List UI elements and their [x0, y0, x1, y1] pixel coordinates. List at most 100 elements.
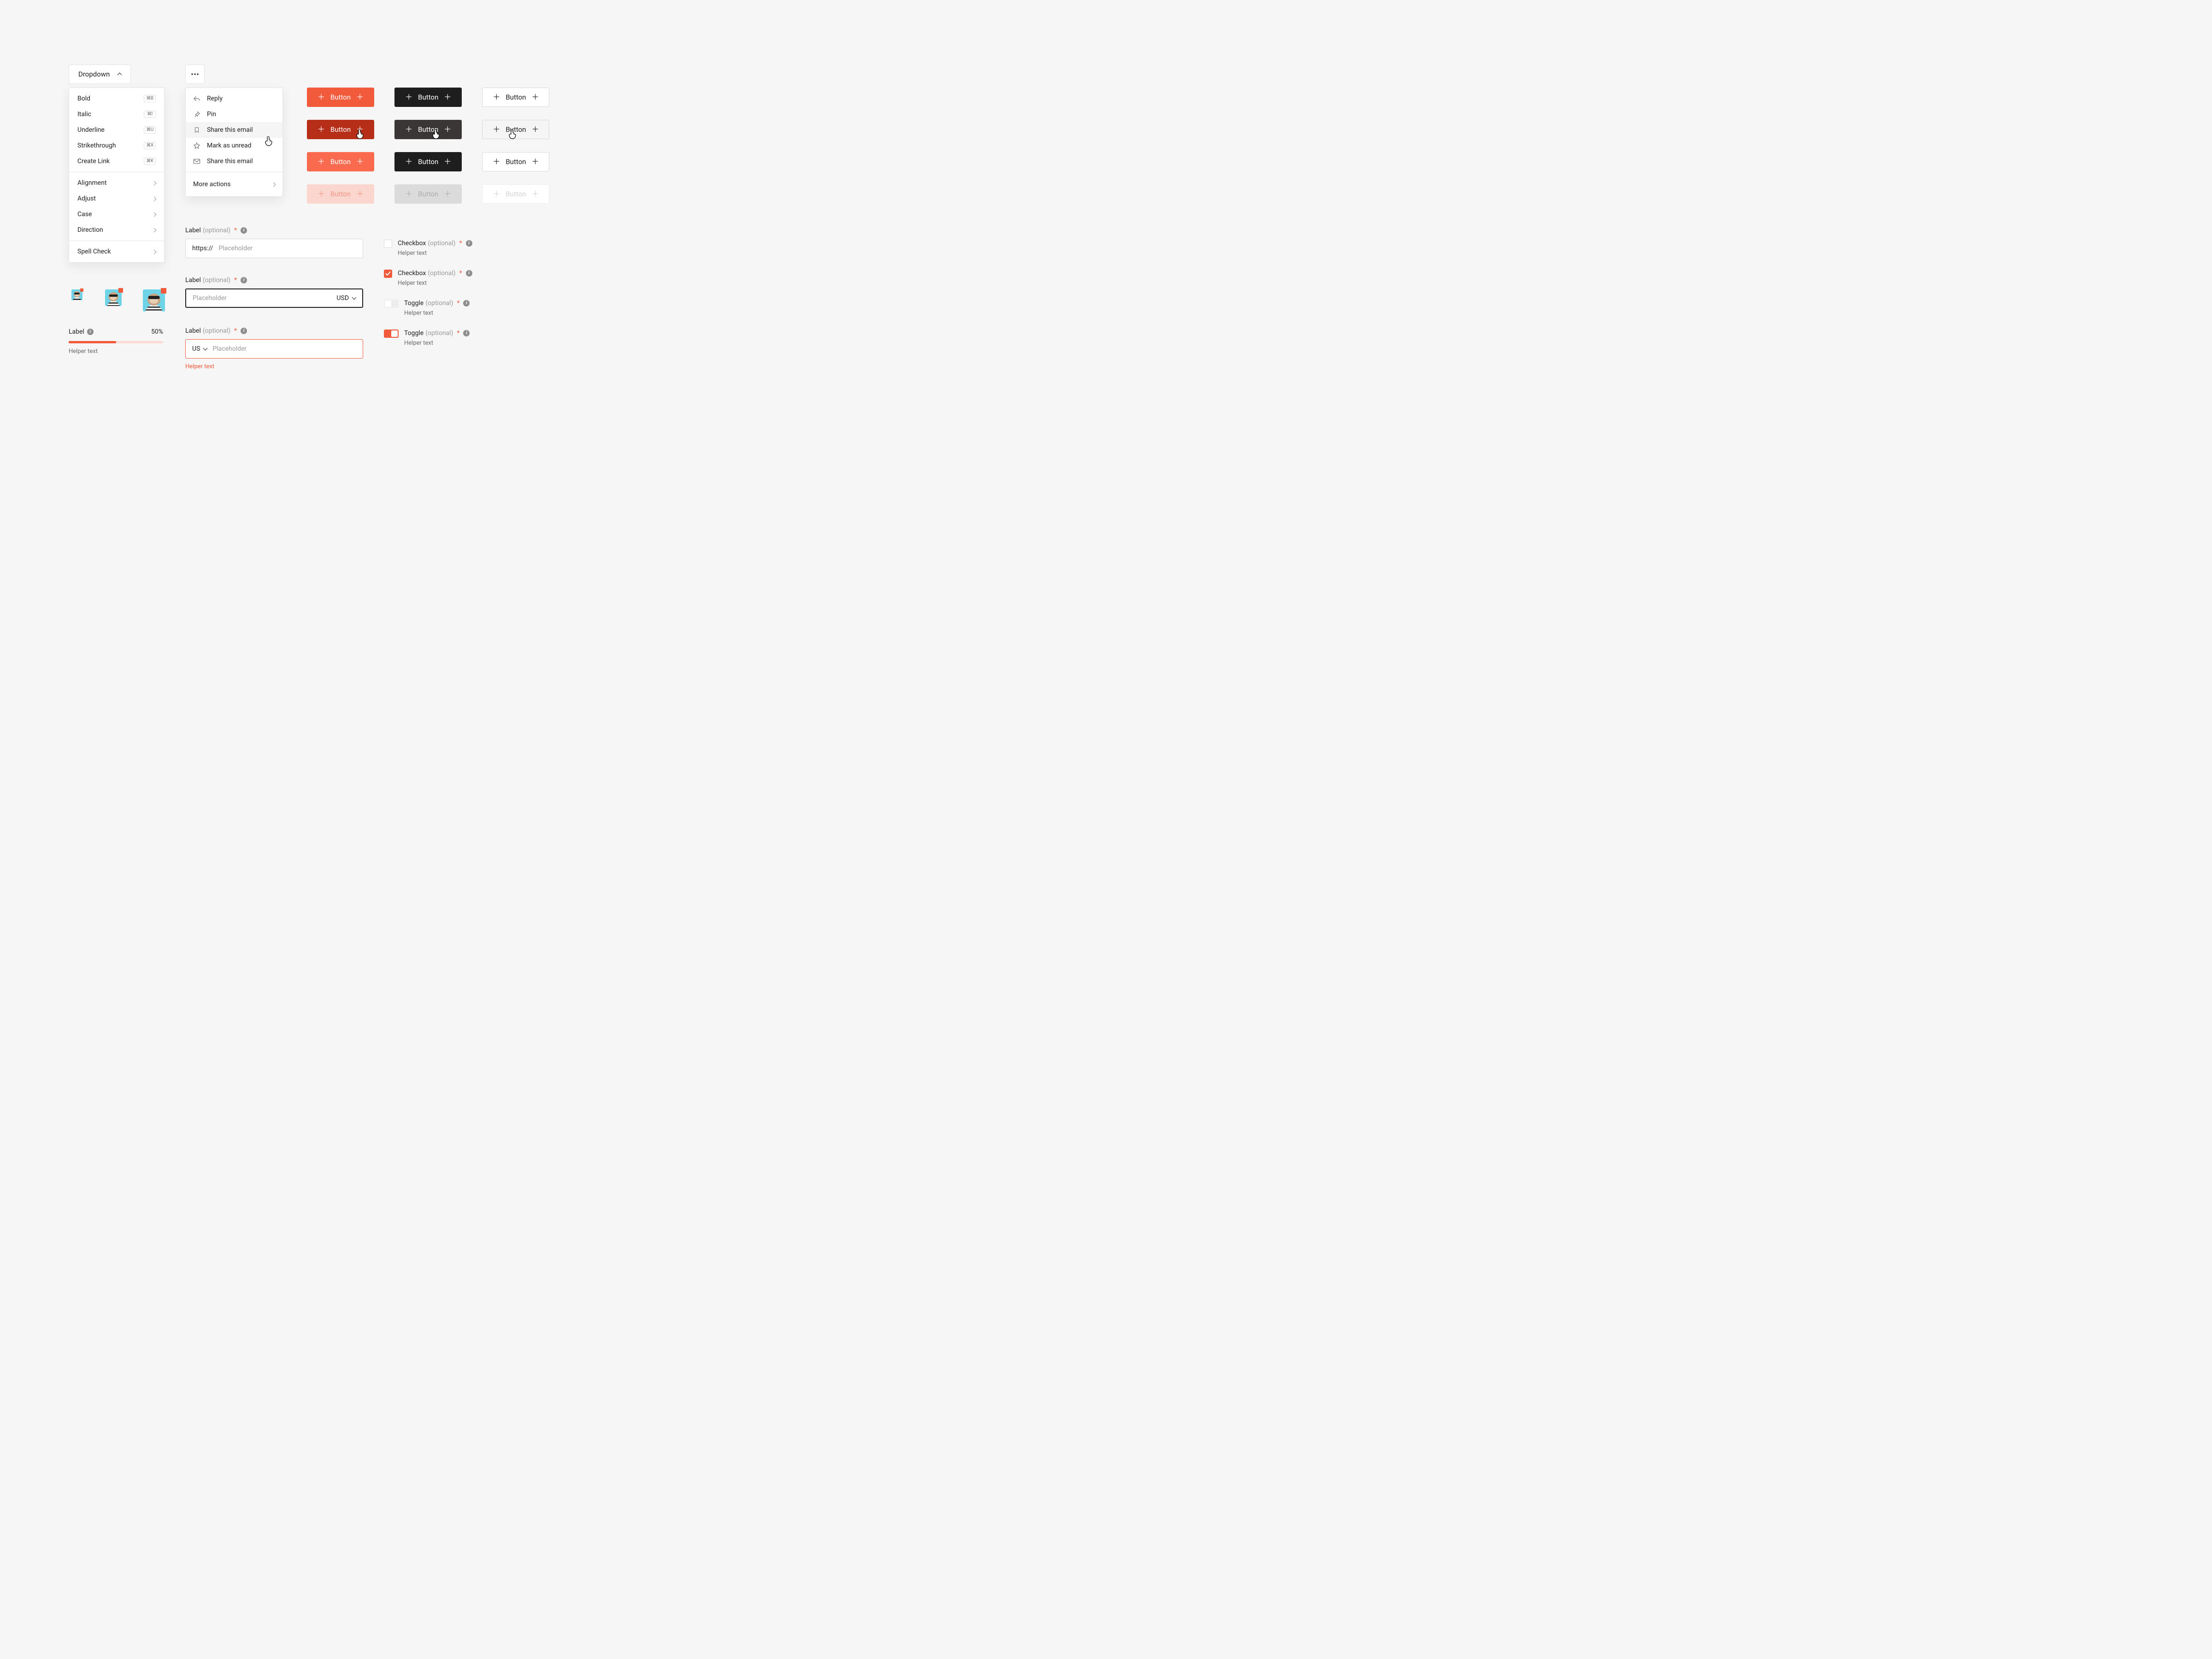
button-black-default[interactable]: ＋Button＋	[394, 88, 462, 107]
dropdown-item-alignment[interactable]: Alignment	[69, 175, 164, 191]
plus-icon: ＋	[356, 94, 364, 101]
plus-icon: ＋	[531, 190, 539, 198]
dropdown-item-strikethrough[interactable]: Strikethrough⌘X	[69, 138, 164, 153]
chevron-down-icon[interactable]	[203, 346, 208, 351]
field-optional: (optional)	[203, 227, 230, 234]
button-outline-active[interactable]: ＋Button＋	[482, 152, 549, 171]
checkbox-box[interactable]	[384, 240, 392, 248]
progress-component: Label i 50% Helper text	[69, 328, 163, 355]
menu-item-share-email-2[interactable]: Share this email	[186, 153, 282, 169]
menu-item-mark-unread[interactable]: Mark as unread	[186, 138, 282, 153]
field-label: Label	[185, 227, 201, 234]
checkbox-unchecked[interactable]: Checkbox (optional) * i Helper text	[384, 240, 499, 257]
menu-item-more-actions[interactable]: More actions	[186, 172, 282, 196]
plus-icon: ＋	[318, 94, 325, 101]
input-prefix: https://	[192, 245, 213, 252]
text-input[interactable]: https:// Placeholder	[185, 239, 363, 258]
plus-icon: ＋	[318, 126, 325, 133]
text-input[interactable]: US Placeholder	[185, 339, 363, 359]
chevron-right-icon	[152, 249, 157, 254]
dropdown-item-underline[interactable]: Underline⌘U	[69, 122, 164, 138]
avatar-lg[interactable]	[143, 289, 165, 312]
toggle-label: Toggle	[404, 300, 424, 307]
required-asterisk: *	[234, 227, 237, 234]
button-primary-disabled: ＋Button＋	[307, 184, 374, 204]
checkbox-helper: Helper text	[398, 250, 472, 257]
kbd-shortcut: ⌘X	[144, 142, 156, 149]
text-field-prefix: Label (optional) * i https:// Placeholde…	[185, 227, 363, 258]
checkbox-box[interactable]	[384, 270, 392, 278]
button-primary-hover[interactable]: ＋Button＋	[307, 120, 374, 139]
button-primary-active[interactable]: ＋Button＋	[307, 152, 374, 171]
plus-icon: ＋	[318, 190, 325, 198]
info-icon[interactable]: i	[241, 227, 247, 234]
info-icon[interactable]: i	[241, 328, 247, 334]
plus-icon: ＋	[493, 158, 500, 165]
input-placeholder: Placeholder	[218, 245, 253, 252]
dropdown-item-direction[interactable]: Direction	[69, 222, 164, 238]
chevron-right-icon	[152, 196, 157, 201]
toggle-optional: (optional)	[425, 300, 453, 307]
button-grid: ＋Button＋ ＋Button＋ ＋Button＋ ＋Button＋ ＋But…	[307, 88, 549, 204]
dropdown-trigger[interactable]: Dropdown	[69, 65, 131, 84]
plus-icon: ＋	[493, 94, 500, 101]
required-asterisk: *	[457, 329, 459, 337]
info-icon[interactable]: i	[463, 330, 470, 336]
chevron-right-icon	[152, 181, 157, 185]
avatar-md[interactable]	[105, 289, 122, 306]
required-asterisk: *	[234, 327, 237, 335]
chevron-up-icon	[118, 73, 122, 77]
plus-icon: ＋	[531, 94, 539, 101]
plus-icon: ＋	[531, 158, 539, 165]
progress-value: 50%	[151, 328, 163, 335]
chevron-down-icon[interactable]	[352, 295, 357, 300]
progress-fill	[69, 341, 116, 343]
toggle-off[interactable]: Toggle (optional) * i Helper text	[384, 300, 499, 317]
input-placeholder: Placeholder	[193, 294, 227, 302]
plus-icon: ＋	[444, 158, 451, 165]
required-asterisk: *	[234, 276, 237, 284]
chevron-right-icon	[271, 182, 276, 187]
info-icon[interactable]: i	[463, 300, 470, 306]
text-input[interactable]: Placeholder USD	[185, 288, 363, 308]
button-outline-hover[interactable]: ＋Button＋	[482, 120, 549, 139]
dropdown-item-case[interactable]: Case	[69, 206, 164, 222]
reply-icon	[193, 95, 200, 102]
dropdown-item-create-link[interactable]: Create Link⌘K	[69, 153, 164, 169]
toggle-switch[interactable]	[384, 329, 399, 338]
currency-label: USD	[336, 294, 349, 302]
dropdown-label: Dropdown	[78, 70, 110, 78]
info-icon[interactable]: i	[87, 329, 94, 335]
menu-item-pin[interactable]: Pin	[186, 106, 282, 122]
button-black-active[interactable]: ＋Button＋	[394, 152, 462, 171]
dropdown-menu: Bold⌘B Italic⌘I Underline⌘U Strikethroug…	[69, 88, 165, 263]
dropdown-item-adjust[interactable]: Adjust	[69, 191, 164, 206]
status-dot-icon	[161, 288, 166, 294]
chevron-right-icon	[152, 228, 157, 232]
menu-item-share-email[interactable]: Share this email	[186, 122, 282, 138]
button-outline-disabled: ＋Button＋	[482, 184, 549, 204]
check-icon	[385, 271, 391, 276]
avatar-sm[interactable]	[71, 289, 82, 300]
menu-item-reply[interactable]: Reply	[186, 91, 282, 106]
button-outline-default[interactable]: ＋Button＋	[482, 88, 549, 107]
dropdown-item-bold[interactable]: Bold⌘B	[69, 91, 164, 106]
required-asterisk: *	[459, 270, 462, 277]
overflow-trigger[interactable]	[185, 65, 205, 84]
kbd-shortcut: ⌘U	[144, 126, 156, 134]
plus-icon: ＋	[356, 126, 364, 133]
info-icon[interactable]: i	[241, 277, 247, 283]
star-icon	[193, 142, 200, 149]
info-icon[interactable]: i	[466, 270, 472, 276]
button-black-hover[interactable]: ＋Button＋	[394, 120, 462, 139]
toggle-switch[interactable]	[384, 300, 399, 308]
mail-icon	[193, 158, 200, 165]
pin-icon	[193, 111, 200, 118]
info-icon[interactable]: i	[466, 240, 472, 247]
field-optional: (optional)	[203, 327, 230, 335]
button-primary-default[interactable]: ＋Button＋	[307, 88, 374, 107]
toggle-on[interactable]: Toggle (optional) * i Helper text	[384, 329, 499, 347]
checkbox-checked[interactable]: Checkbox (optional) * i Helper text	[384, 270, 499, 287]
dropdown-item-italic[interactable]: Italic⌘I	[69, 106, 164, 122]
dropdown-item-spell-check[interactable]: Spell Check	[69, 244, 164, 259]
